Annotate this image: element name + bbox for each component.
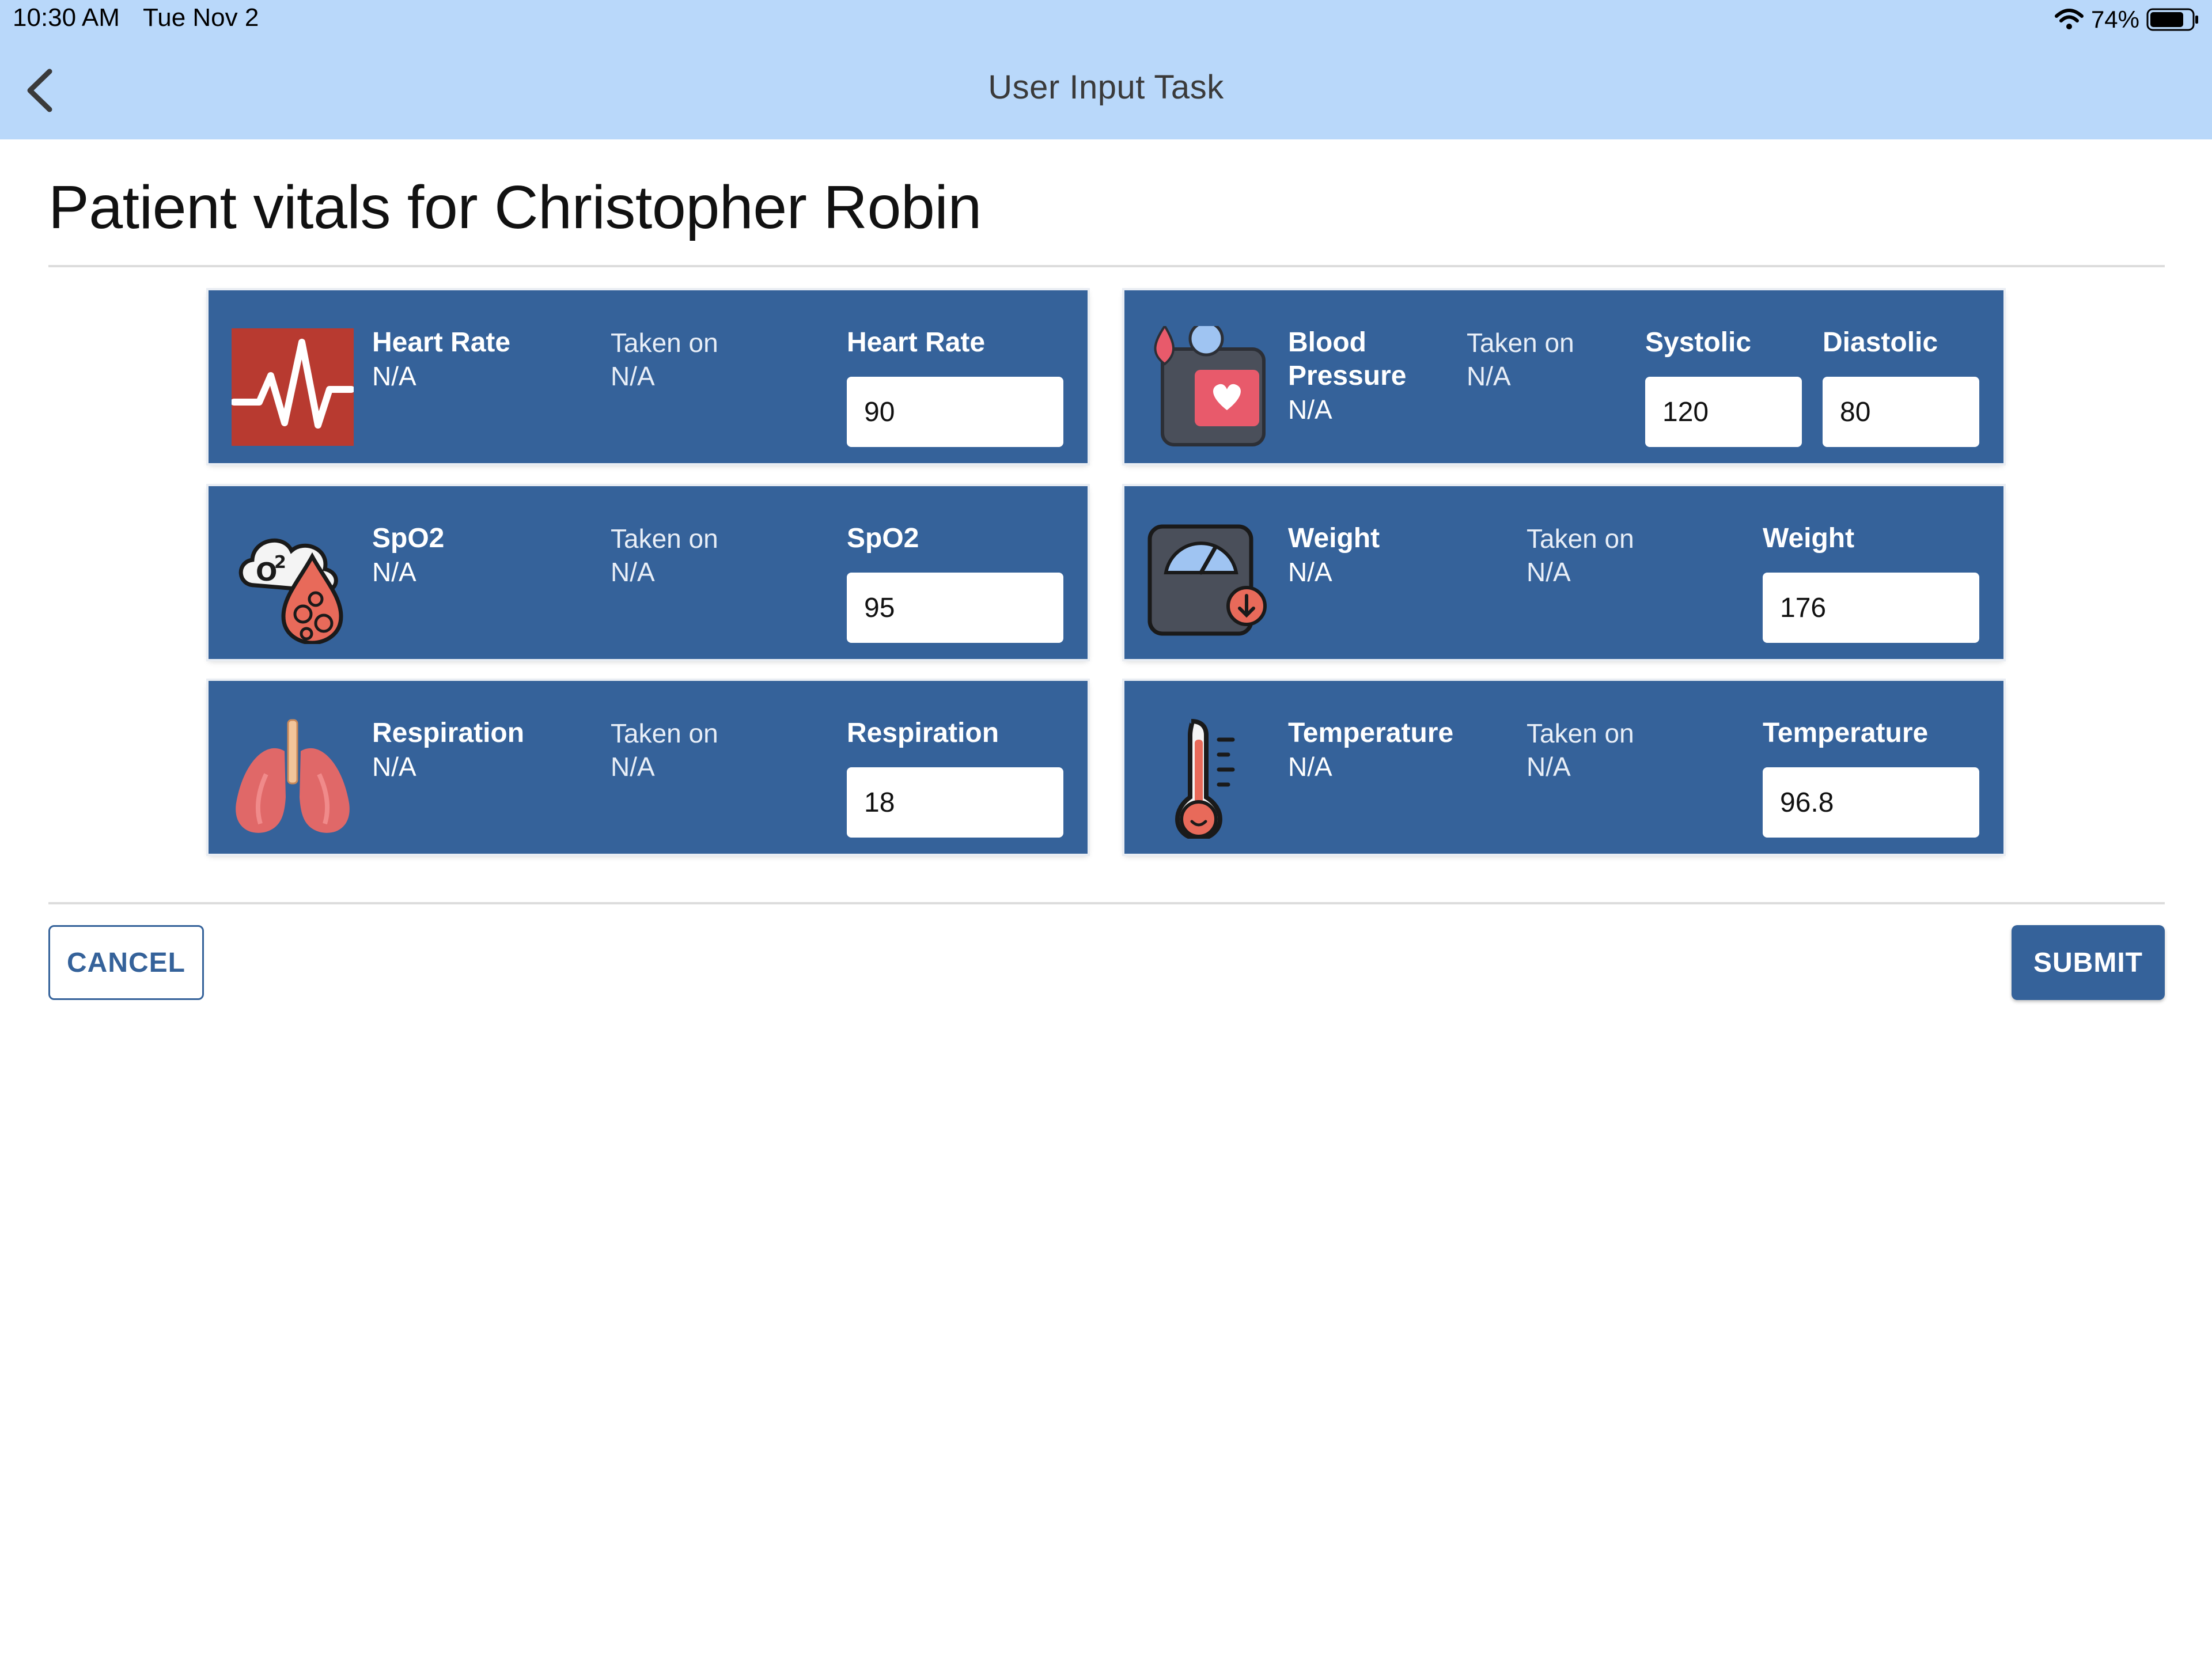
respiration-field-label: Respiration (847, 718, 999, 748)
spo2-input[interactable] (847, 573, 1063, 643)
battery-icon (2146, 7, 2199, 32)
heart-rate-field-label: Heart Rate (847, 327, 986, 358)
vital-last-value: N/A (372, 557, 416, 587)
vital-last-value: N/A (372, 752, 416, 782)
svg-text:2: 2 (274, 552, 286, 573)
status-time: 10:30 AM (13, 3, 120, 32)
vital-last-value: N/A (1288, 395, 1332, 425)
temperature-card: Temperature N/A Taken on N/A Temperature (1124, 681, 2003, 854)
heart-rate-card: Heart Rate N/A Taken on N/A Heart Rate (209, 290, 1088, 463)
thermometer-icon (1147, 717, 1270, 842)
diastolic-field-label: Diastolic (1823, 327, 1938, 358)
status-date: Tue Nov 2 (143, 3, 259, 32)
diastolic-input[interactable] (1823, 377, 1979, 447)
lungs-icon (232, 717, 354, 839)
oxygen-saturation-icon: O 2 (232, 522, 354, 645)
vital-last-value: N/A (1288, 752, 1332, 782)
taken-on: Taken on N/A (611, 718, 718, 782)
weight-scale-icon (1147, 522, 1270, 644)
spo2-card: O 2 SpO2 N/A Taken on N/A SpO2 (209, 486, 1088, 659)
temperature-input[interactable] (1763, 767, 1979, 838)
taken-on: Taken on N/A (611, 524, 718, 587)
top-bar: 10:30 AM Tue Nov 2 74% User Input Task (0, 0, 2212, 139)
battery-percent: 74% (2090, 6, 2139, 33)
status-indicators: 74% (2054, 3, 2199, 36)
cancel-button[interactable]: CANCEL (48, 925, 204, 1000)
vital-name: Temperature N/A (1288, 717, 1453, 783)
nav-title: User Input Task (988, 69, 1224, 106)
page-title: Patient vitals for Christopher Robin (48, 173, 982, 241)
taken-on: Taken on N/A (1527, 718, 1634, 782)
respiration-card: Respiration N/A Taken on N/A Respiration (209, 681, 1088, 854)
wifi-icon (2054, 8, 2084, 31)
vital-name: SpO2 N/A (372, 522, 444, 589)
systolic-field-label: Systolic (1645, 327, 1752, 358)
blood-pressure-icon (1147, 321, 1270, 448)
heart-rate-input[interactable] (847, 377, 1063, 447)
vital-name: Weight N/A (1288, 522, 1380, 589)
spo2-field-label: SpO2 (847, 523, 919, 554)
temperature-field-label: Temperature (1763, 718, 1929, 748)
divider (48, 902, 2165, 904)
weight-input[interactable] (1763, 573, 1979, 643)
vital-name: Heart Rate N/A (372, 326, 510, 393)
taken-on: Taken on N/A (611, 328, 718, 391)
heart-rate-icon (230, 326, 355, 448)
respiration-input[interactable] (847, 767, 1063, 838)
divider (48, 265, 2165, 267)
vital-last-value: N/A (1288, 557, 1332, 587)
taken-on: Taken on N/A (1527, 524, 1634, 587)
weight-field-label: Weight (1763, 523, 1855, 554)
vital-name: Respiration N/A (372, 717, 524, 783)
weight-card: Weight N/A Taken on N/A Weight (1124, 486, 2003, 659)
blood-pressure-card: Blood Pressure N/A Taken on N/A Systolic… (1124, 290, 2003, 463)
taken-on: Taken on N/A (1467, 328, 1574, 391)
systolic-input[interactable] (1645, 377, 1802, 447)
submit-button[interactable]: SUBMIT (2012, 925, 2165, 1000)
vital-name: Blood Pressure N/A (1288, 326, 1461, 426)
vital-last-value: N/A (372, 361, 416, 391)
